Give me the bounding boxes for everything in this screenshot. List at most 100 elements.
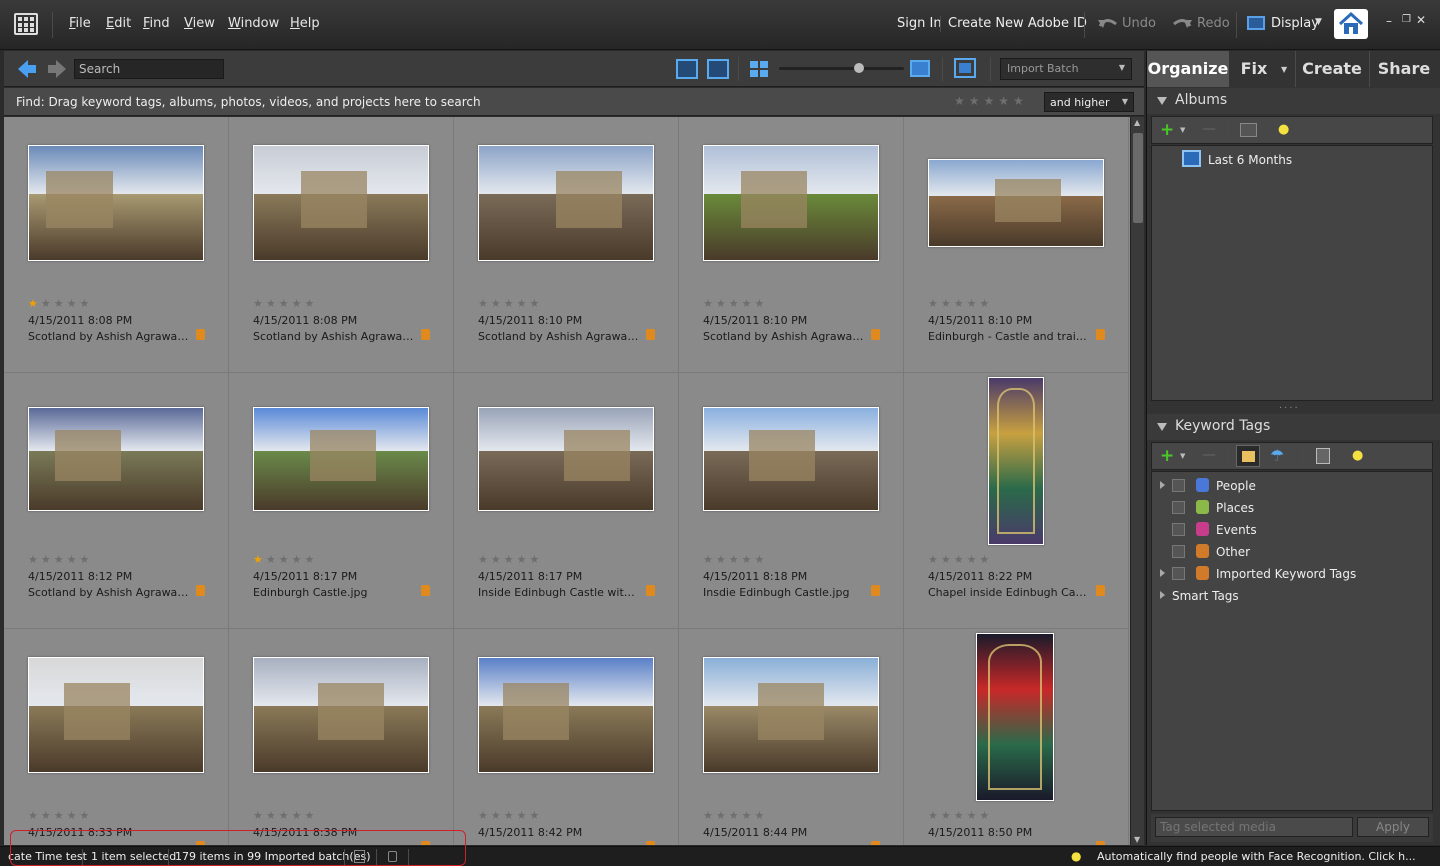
keyword-tag-people[interactable]: People xyxy=(1152,476,1432,496)
chevron-down-icon[interactable]: ▼ xyxy=(1180,126,1185,134)
tag-checkbox[interactable] xyxy=(1172,567,1185,580)
tag-selected-media-input[interactable] xyxy=(1155,817,1353,837)
grid-view-icon[interactable] xyxy=(749,60,769,78)
rating-filter-select[interactable]: and higher ▼ xyxy=(1044,92,1134,112)
version-set-icon[interactable] xyxy=(1096,329,1105,340)
media-thumbnail-cell[interactable]: ★★★★★ 4/15/2011 8:42 PM xyxy=(454,629,679,845)
version-set-icon[interactable] xyxy=(871,841,880,845)
photo-thumbnail[interactable] xyxy=(976,633,1054,801)
app-grid-icon[interactable] xyxy=(14,13,38,35)
find-bar[interactable]: Find: Drag keyword tags, albums, photos,… xyxy=(4,88,1144,116)
media-thumbnail-cell[interactable]: ★★★★★ 4/15/2011 8:18 PM Insdie Edinbugh Ca… xyxy=(679,373,904,629)
photo-thumbnail[interactable] xyxy=(28,407,204,511)
lightbulb-icon[interactable]: ● xyxy=(1352,448,1363,463)
add-tag-icon[interactable]: + xyxy=(1160,446,1174,466)
albums-panel-header[interactable]: Albums xyxy=(1147,88,1440,114)
photo-thumbnail[interactable] xyxy=(253,657,429,773)
zoom-slider-handle[interactable] xyxy=(854,63,864,73)
remove-tag-icon[interactable]: — xyxy=(1202,447,1216,463)
star-rating[interactable]: ★★★★★ xyxy=(703,553,767,566)
star-rating[interactable]: ★★★★★ xyxy=(478,809,542,822)
sign-in-link[interactable]: Sign In xyxy=(897,16,942,31)
rotate-left-icon[interactable] xyxy=(676,59,698,79)
home-button[interactable] xyxy=(1334,9,1368,39)
panel-resize-handle[interactable]: ···· xyxy=(1279,403,1300,414)
close-icon[interactable]: ✕ xyxy=(1416,13,1426,27)
photo-thumbnail[interactable] xyxy=(253,407,429,511)
version-set-icon[interactable] xyxy=(196,329,205,340)
photo-thumbnail[interactable] xyxy=(703,657,879,773)
forward-arrow-icon[interactable] xyxy=(46,59,68,79)
media-thumbnail-cell[interactable]: ★★★★★ 4/15/2011 8:38 PM xyxy=(229,629,454,845)
display-menu-button[interactable]: Display xyxy=(1271,16,1319,31)
star-rating[interactable]: ★★★★★ xyxy=(253,297,317,310)
tab-fix[interactable]: Fix xyxy=(1229,51,1279,87)
media-thumbnail-cell[interactable]: ★★★★★ 4/15/2011 8:08 PM Scotland by Ashish… xyxy=(4,117,229,373)
umbrella-icon[interactable]: ☂ xyxy=(1270,446,1284,465)
photo-thumbnail[interactable] xyxy=(28,657,204,773)
media-thumbnail-cell[interactable]: ★★★★★ 4/15/2011 8:17 PM Edinburgh Castle.j… xyxy=(229,373,454,629)
star-rating[interactable]: ★★★★★ xyxy=(28,297,92,310)
version-set-icon[interactable] xyxy=(646,841,655,845)
rotate-right-icon[interactable] xyxy=(707,59,729,79)
create-adobe-id-link[interactable]: Create New Adobe ID xyxy=(948,16,1087,31)
star-rating[interactable]: ★★★★★ xyxy=(703,297,767,310)
star-rating[interactable]: ★★★★★ xyxy=(253,809,317,822)
menu-view[interactable]: View xyxy=(184,16,215,31)
expand-triangle-icon[interactable] xyxy=(1160,591,1165,599)
zoom-slider-track[interactable] xyxy=(779,67,904,70)
face-recognition-tip[interactable]: Automatically find people with Face Reco… xyxy=(1097,850,1416,863)
chevron-down-icon[interactable]: ▼ xyxy=(1180,452,1185,460)
photo-thumbnail[interactable] xyxy=(253,145,429,261)
photo-thumbnail[interactable] xyxy=(988,377,1044,545)
menu-edit[interactable]: Edit xyxy=(106,16,131,31)
keyword-tag-imported-keyword-tags[interactable]: Imported Keyword Tags xyxy=(1152,564,1432,584)
menu-help[interactable]: Help xyxy=(290,16,320,31)
scrollbar-thumb[interactable] xyxy=(1133,133,1143,223)
version-set-icon[interactable] xyxy=(871,329,880,340)
lightbulb-icon[interactable]: ● xyxy=(1278,122,1289,137)
add-album-icon[interactable]: + xyxy=(1160,120,1174,140)
photo-thumbnail[interactable] xyxy=(478,407,654,511)
tab-organize[interactable]: Organize xyxy=(1147,51,1229,87)
media-thumbnail-cell[interactable]: ★★★★★ 4/15/2011 8:10 PM Scotland by Ashish… xyxy=(679,117,904,373)
photo-thumbnail[interactable] xyxy=(478,145,654,261)
media-thumbnail-cell[interactable]: ★★★★★ 4/15/2011 8:50 PM xyxy=(904,629,1129,845)
tag-checkbox[interactable] xyxy=(1172,545,1185,558)
undo-button[interactable]: Undo xyxy=(1122,16,1156,31)
apply-button[interactable]: Apply xyxy=(1357,817,1429,837)
keyword-tag-other[interactable]: Other xyxy=(1152,542,1432,562)
remove-album-icon[interactable]: — xyxy=(1202,121,1216,137)
photo-thumbnail[interactable] xyxy=(478,657,654,773)
chevron-down-icon[interactable]: ▼ xyxy=(1281,65,1287,74)
scroll-down-icon[interactable]: ▼ xyxy=(1134,835,1140,844)
star-rating[interactable]: ★★★★★ xyxy=(703,809,767,822)
star-rating[interactable]: ★★★★★ xyxy=(28,553,92,566)
keyword-tags-panel-header[interactable]: Keyword Tags xyxy=(1147,414,1440,440)
minimize-icon[interactable]: – xyxy=(1386,14,1392,28)
star-rating[interactable]: ★★★★★ xyxy=(253,553,317,566)
star-rating[interactable]: ★★★★★ xyxy=(478,553,542,566)
rating-filter-stars[interactable]: ★★★★★ xyxy=(954,94,1028,108)
back-arrow-icon[interactable] xyxy=(16,59,38,79)
scroll-up-icon[interactable]: ▲ xyxy=(1134,118,1140,127)
expand-triangle-icon[interactable] xyxy=(1160,481,1165,489)
tag-checkbox[interactable] xyxy=(1172,501,1185,514)
smart-tags-item[interactable]: Smart Tags xyxy=(1152,586,1432,606)
import-batch-select[interactable]: Import Batch ▼ xyxy=(1000,58,1132,80)
version-set-icon[interactable] xyxy=(421,585,430,596)
tab-create[interactable]: Create xyxy=(1297,51,1367,87)
version-set-icon[interactable] xyxy=(421,329,430,340)
version-set-icon[interactable] xyxy=(646,329,655,340)
star-rating[interactable]: ★★★★★ xyxy=(928,297,992,310)
menu-find[interactable]: Find xyxy=(143,16,170,31)
expand-triangle-icon[interactable] xyxy=(1160,569,1165,577)
keyword-tag-events[interactable]: Events xyxy=(1152,520,1432,540)
menu-window[interactable]: Window xyxy=(228,16,279,31)
search-input[interactable] xyxy=(74,59,224,79)
tab-share[interactable]: Share xyxy=(1371,51,1437,87)
tag-checkbox[interactable] xyxy=(1172,479,1185,492)
restore-icon[interactable]: ❐ xyxy=(1402,14,1411,25)
grid-scrollbar[interactable]: ▲ ▼ xyxy=(1130,117,1144,845)
star-rating[interactable]: ★★★★★ xyxy=(928,553,992,566)
